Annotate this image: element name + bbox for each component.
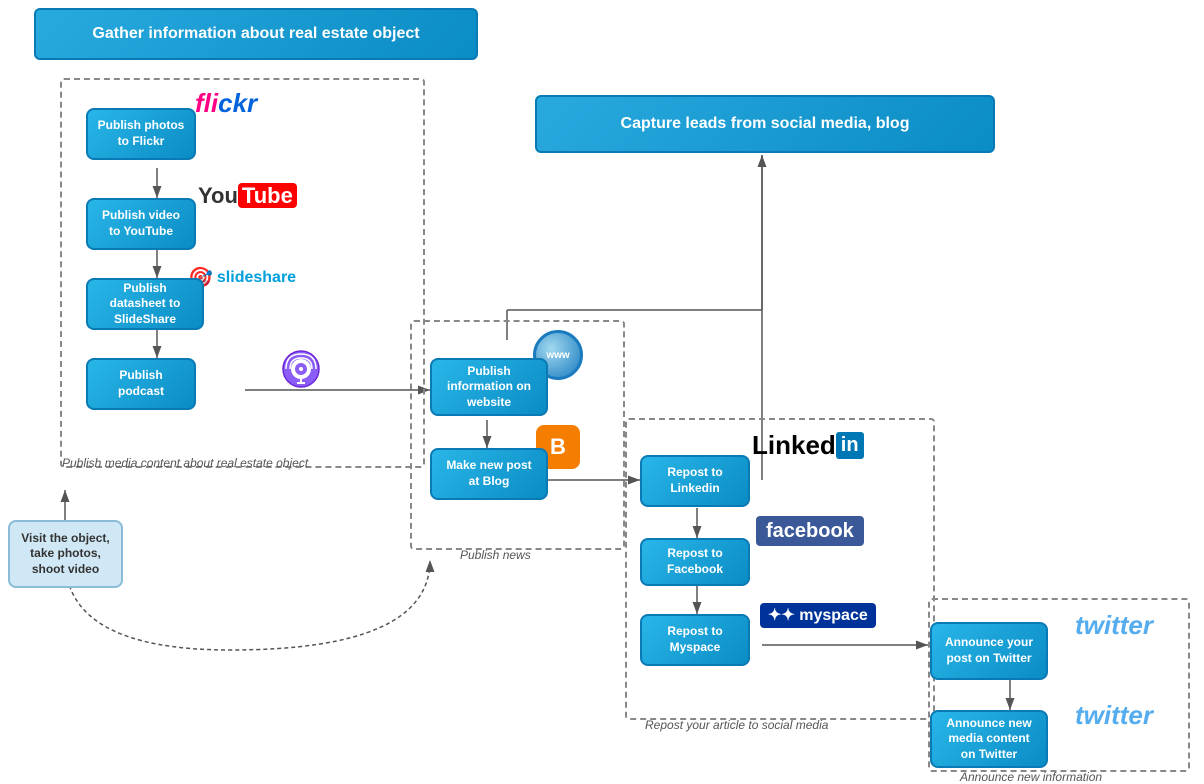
linkedin-logo: Linked in [752, 430, 864, 461]
publish-media-label: Publish media content about real estate … [62, 456, 308, 470]
repost-facebook-node[interactable]: Repost to Facebook [640, 538, 750, 586]
repost-social-label: Repost your article to social media [645, 718, 828, 732]
capture-header: Capture leads from social media, blog [535, 95, 995, 153]
gather-header: Gather information about real estate obj… [34, 8, 478, 60]
visit-object-node[interactable]: Visit the object, take photos, shoot vid… [8, 520, 123, 588]
diagram: Gather information about real estate obj… [0, 0, 1204, 782]
publish-news-box [410, 320, 625, 550]
repost-myspace-node[interactable]: Repost to Myspace [640, 614, 750, 666]
publish-datasheet-node[interactable]: Publish datasheet to SlideShare [86, 278, 204, 330]
publish-photos-node[interactable]: Publish photos to Flickr [86, 108, 196, 160]
publish-news-label: Publish news [460, 548, 531, 562]
publish-video-node[interactable]: Publish video to YouTube [86, 198, 196, 250]
twitter-logo-2: twitter [1075, 700, 1153, 731]
facebook-logo: facebook [756, 520, 864, 543]
podcast-logo [282, 350, 320, 393]
twitter-logo-1: twitter [1075, 610, 1153, 641]
make-blog-node[interactable]: Make new post at Blog [430, 448, 548, 500]
slideshare-logo: 🎯 slideshare [188, 265, 296, 290]
repost-linkedin-node[interactable]: Repost to Linkedin [640, 455, 750, 507]
publish-podcast-node[interactable]: Publish podcast [86, 358, 196, 410]
myspace-logo: ✦✦ myspace [760, 605, 876, 625]
youtube-logo: YouTube [198, 183, 297, 209]
publish-website-node[interactable]: Publish information on website [430, 358, 548, 416]
flickr-logo: flickr [195, 88, 257, 119]
announce-media-node[interactable]: Announce new media content on Twitter [930, 710, 1048, 768]
announce-twitter-node[interactable]: Announce your post on Twitter [930, 622, 1048, 680]
